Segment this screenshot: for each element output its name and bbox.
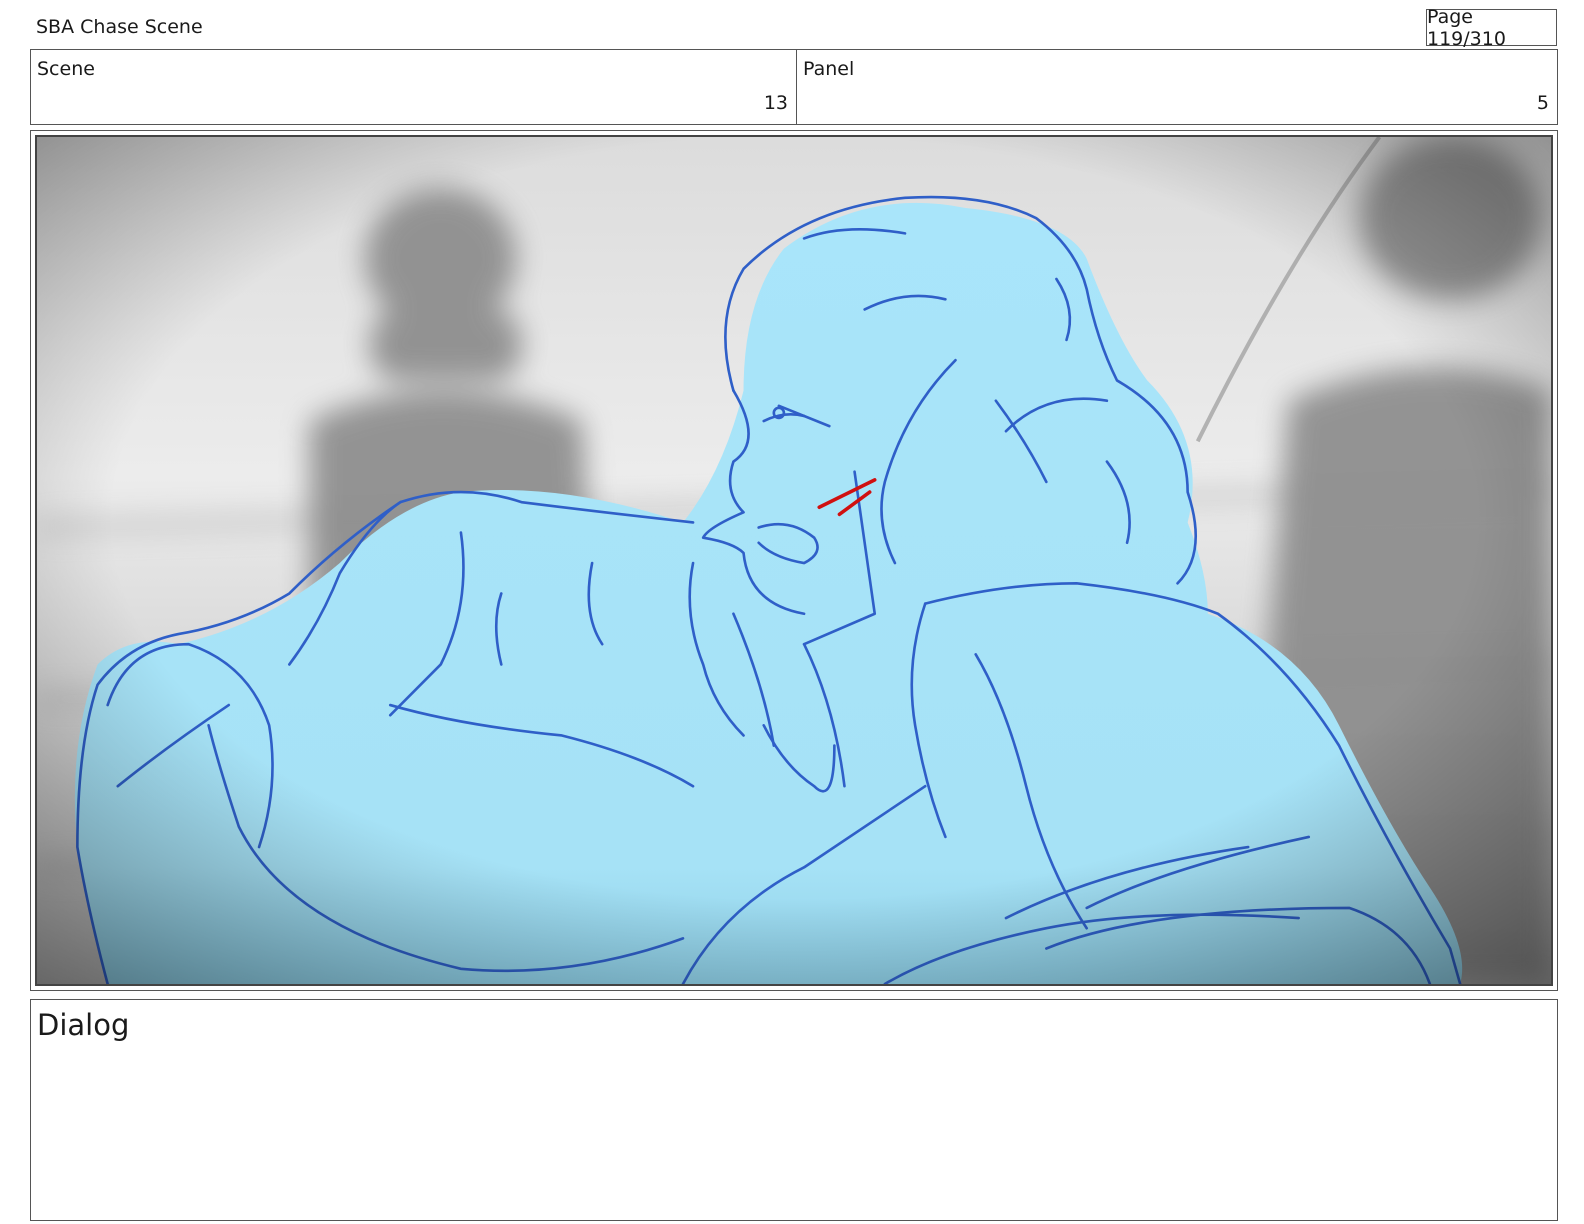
panel-label: Panel (803, 58, 855, 80)
scene-number: 13 (763, 92, 788, 114)
vignette (37, 137, 1551, 984)
document-title: SBA Chase Scene (36, 16, 203, 38)
page-indicator: Page 119/310 (1426, 6, 1557, 50)
panel-cell: Panel 5 (797, 50, 1557, 124)
panel-number: 5 (1536, 92, 1549, 114)
scene-label: Scene (37, 58, 95, 80)
dialog-label: Dialog (37, 1008, 130, 1042)
storyboard-image (35, 135, 1553, 986)
storyboard-frame (30, 130, 1558, 991)
storyboard-drawing (37, 137, 1551, 984)
scene-cell: Scene 13 (31, 50, 797, 124)
scene-panel-info-row: Scene 13 Panel 5 (30, 49, 1558, 125)
dialog-box: Dialog (30, 999, 1558, 1221)
